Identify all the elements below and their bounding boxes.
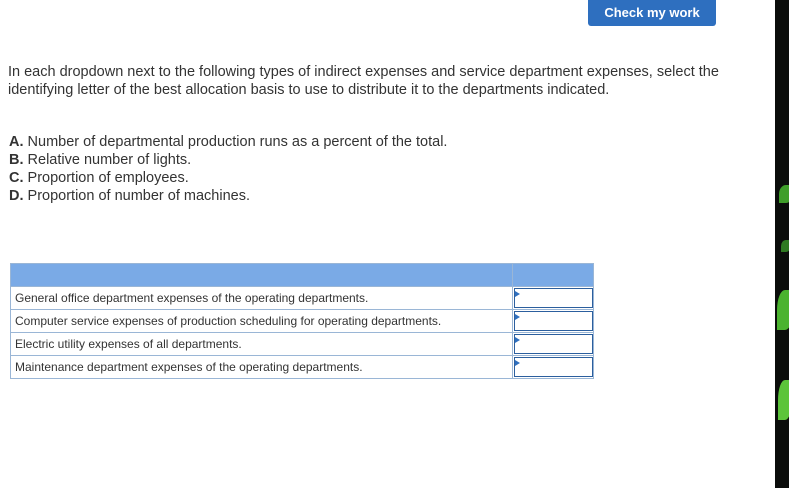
dropdown-arrow-icon [515,291,520,297]
table-header-basis [512,263,594,287]
option-d: D. Proportion of number of machines. [9,187,447,205]
dropdown-arrow-icon [515,337,520,343]
table-header-row [10,263,594,287]
basis-dropdown[interactable] [514,334,593,354]
basis-cell [512,332,594,356]
option-text: Relative number of lights. [27,152,192,168]
leaf-decoration [781,240,789,252]
option-b: B. Relative number of lights. [9,151,447,169]
background-image-strip [775,0,789,488]
table-row: Computer service expenses of production … [10,309,594,333]
expense-label: Electric utility expenses of all departm… [10,332,513,356]
table-row: Electric utility expenses of all departm… [10,332,594,356]
table-header-expense [10,263,513,287]
option-letter: A. [9,134,24,150]
option-text: Proportion of number of machines. [27,188,250,204]
basis-cell [512,309,594,333]
option-letter: C. [9,170,24,186]
option-text: Number of departmental production runs a… [27,134,448,150]
option-a: A. Number of departmental production run… [9,133,447,151]
table-row: Maintenance department expenses of the o… [10,355,594,379]
basis-dropdown[interactable] [514,288,593,308]
basis-cell [512,355,594,379]
dropdown-arrow-icon [515,360,520,366]
table-row: General office department expenses of th… [10,286,594,310]
allocation-basis-options: A. Number of departmental production run… [9,133,447,205]
option-letter: B. [9,152,24,168]
instructions-text: In each dropdown next to the following t… [8,64,719,98]
basis-cell [512,286,594,310]
option-c: C. Proportion of employees. [9,169,447,187]
leaf-decoration [778,380,789,420]
basis-dropdown[interactable] [514,357,593,377]
dropdown-arrow-icon [515,314,520,320]
allocation-table: General office department expenses of th… [10,263,594,379]
check-my-work-button[interactable]: Check my work [588,0,716,26]
expense-label: Maintenance department expenses of the o… [10,355,513,379]
option-letter: D. [9,188,24,204]
basis-dropdown[interactable] [514,311,593,331]
leaf-decoration [779,185,789,203]
leaf-decoration [777,290,789,330]
option-text: Proportion of employees. [27,170,189,186]
expense-label: General office department expenses of th… [10,286,513,310]
expense-label: Computer service expenses of production … [10,309,513,333]
